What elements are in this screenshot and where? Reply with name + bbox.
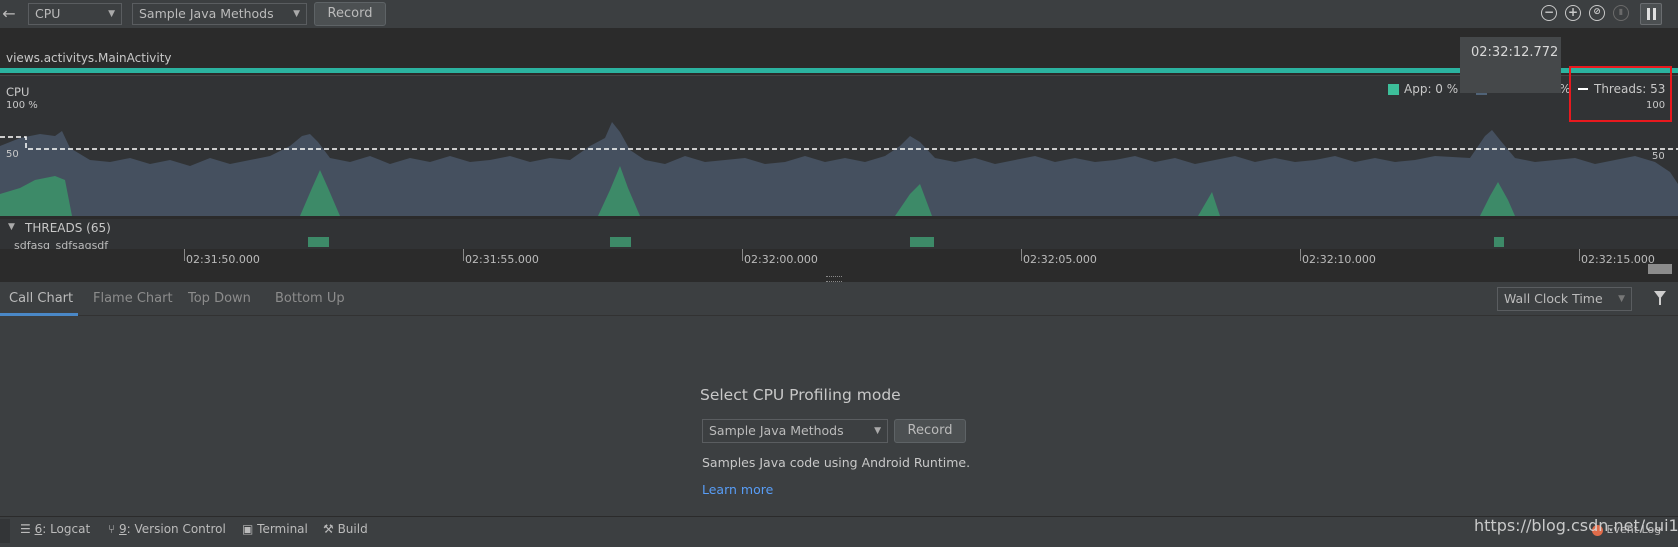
chevron-down-icon: ▼ [293,9,300,19]
terminal-tool-button[interactable]: ▣ Terminal [242,516,308,543]
profiling-mode-description: Samples Java code using Android Runtime. [702,455,971,470]
terminal-icon: ▣ [242,522,258,536]
record-button[interactable]: Record [314,2,386,26]
pause-button[interactable] [1640,3,1662,25]
cpu-usage-panel[interactable]: CPU 100 % 50 100 50 App: 0 % Others: 42 … [0,75,1678,216]
thread-name: sdfasg_sdfsagsdf [14,239,109,249]
branch-icon: ⑂ [108,522,120,536]
vcs-label: : Version Control [126,522,226,536]
time-tick-label: 02:31:50.000 [186,253,260,266]
cpu-usage-graph [0,122,1678,216]
time-tick-label: 02:32:15.000 [1581,253,1655,266]
cpu-title: CPU [6,85,30,99]
build-tool-button[interactable]: ⚒ Build [323,516,368,543]
profiling-record-button[interactable]: Record [894,419,966,443]
time-tick-label: 02:32:05.000 [1023,253,1097,266]
app-legend-swatch [1388,84,1399,95]
reset-zoom-icon[interactable]: ⊘ [1589,5,1605,21]
profiling-mode-title: Select CPU Profiling mode [700,386,901,404]
monitor-select-value: CPU [35,6,61,21]
y-axis-max-label: 100 % [6,100,38,111]
others-cpu-area [0,122,1678,216]
clock-type-select[interactable]: Wall Clock Time ▼ [1497,287,1632,311]
hammer-icon: ⚒ [323,522,338,536]
pause-icon [1647,8,1650,20]
activity-label: views.activitys.MainActivity [6,51,172,65]
learn-more-link[interactable]: Learn more [702,482,773,497]
collapse-triangle-icon[interactable]: ▼ [8,222,15,232]
chevron-down-icon: ▼ [1618,294,1625,304]
tab-call-chart[interactable]: Call Chart [9,282,73,315]
profiling-mode-select[interactable]: Sample Java Methods ▼ [702,419,888,443]
go-live-icon[interactable]: ▮ [1613,5,1629,21]
chevron-down-icon: ▼ [874,426,881,436]
threads-count-label: THREADS (65) [25,221,111,235]
tooltip-time: 02:32:12.772 [1471,45,1559,60]
tab-flame-chart[interactable]: Flame Chart [93,282,173,315]
watermark: https://blog.csdn.net/cui130 [1474,516,1678,535]
activity-bar[interactable] [0,68,1678,73]
thread-row[interactable]: sdfasg_sdfsagsdf [0,237,1678,249]
back-arrow-icon[interactable]: ← [0,3,18,25]
clock-type-value: Wall Clock Time [1504,291,1603,306]
activity-lane: views.activitys.MainActivity [0,28,1678,74]
monitor-select[interactable]: CPU ▼ [28,3,122,25]
highlight-box [1569,66,1672,122]
zoom-out-icon[interactable]: − [1541,5,1557,21]
terminal-label: Terminal [257,522,308,536]
logcat-tool-button[interactable]: ☰ 6: Logcat [20,516,90,543]
time-tick-label: 02:32:00.000 [744,253,818,266]
list-icon: ☰ [20,522,35,536]
tab-top-down[interactable]: Top Down [188,282,251,315]
profiling-config-select[interactable]: Sample Java Methods ▼ [132,3,307,25]
analysis-tabs [0,282,1678,316]
y-axis-mid-label: 50 [6,149,19,160]
app-legend-label: App: 0 % [1404,82,1459,96]
tab-bottom-up[interactable]: Bottom Up [275,282,345,315]
zoom-in-icon[interactable]: + [1565,5,1581,21]
call-chart-content [0,316,1678,516]
version-control-tool-button[interactable]: ⑂ 9: Version Control [108,516,226,543]
time-tick-label: 02:32:10.000 [1302,253,1376,266]
timeline-scrollbar-thumb[interactable] [1648,264,1672,274]
vcs-shortcut: 9 [119,522,127,536]
profiling-config-value: Sample Java Methods [139,6,274,21]
time-tick-label: 02:31:55.000 [465,253,539,266]
profiling-mode-value: Sample Java Methods [709,423,844,438]
build-label: Build [337,522,368,536]
timestamp-tooltip: 02:32:12.772 [1460,37,1561,93]
chevron-down-icon: ▼ [108,9,115,19]
logcat-label: : Logcat [42,522,91,536]
threads-header[interactable]: ▼ THREADS (65) [0,219,1678,237]
threads-axis-mid-label: 50 [1652,151,1665,162]
threads-line [0,136,1678,150]
